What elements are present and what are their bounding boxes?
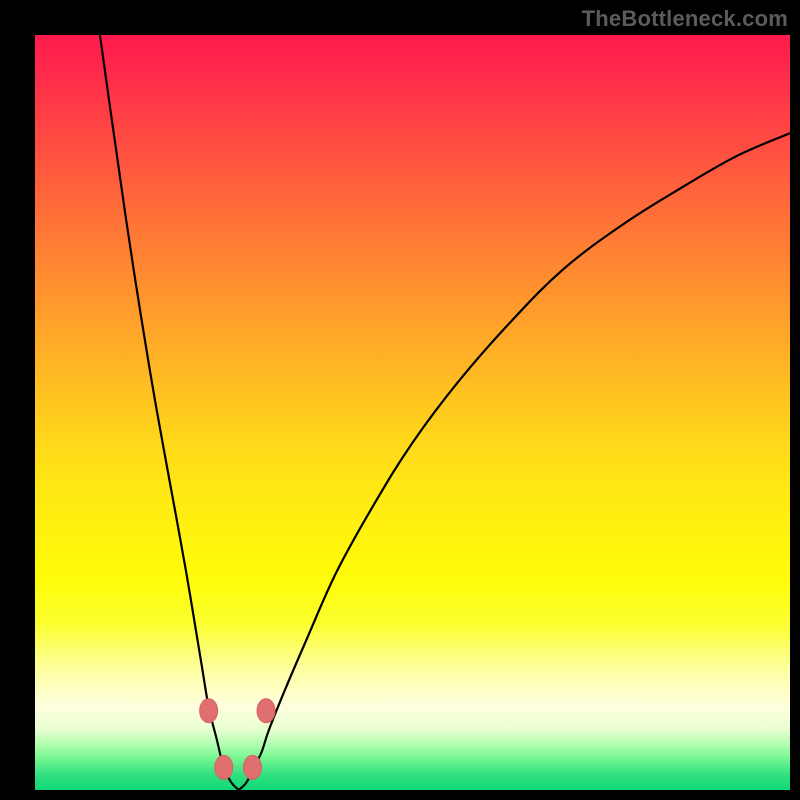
marker-group — [200, 699, 275, 780]
watermark-text: TheBottleneck.com — [582, 6, 788, 32]
marker-dot — [243, 755, 261, 779]
marker-dot — [257, 699, 275, 723]
chart-frame: TheBottleneck.com — [0, 0, 800, 800]
plot-area — [35, 35, 790, 790]
curves-layer — [35, 35, 790, 790]
left-curve — [100, 35, 239, 790]
marker-dot — [200, 699, 218, 723]
right-curve — [239, 133, 790, 790]
marker-dot — [215, 755, 233, 779]
